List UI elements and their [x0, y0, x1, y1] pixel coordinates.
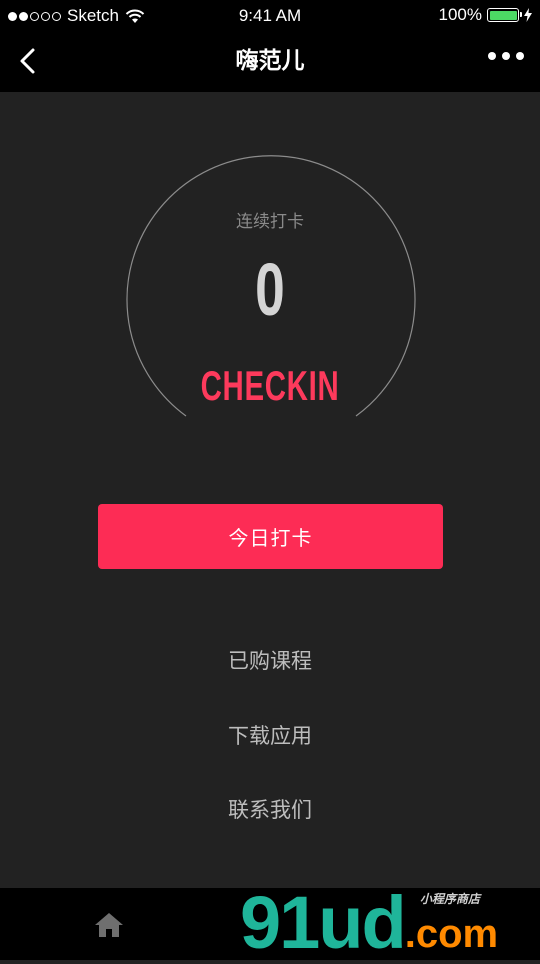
checkin-title: CHECKIN	[200, 362, 340, 409]
battery-icon	[487, 8, 522, 22]
tab-bar: 91ud . com 小程序商店	[0, 886, 540, 960]
checkin-today-button[interactable]: 今日打卡	[98, 504, 443, 569]
home-icon[interactable]	[94, 912, 124, 938]
battery-status: 100%	[439, 5, 532, 25]
menu-item-download-app[interactable]: 下载应用	[0, 720, 540, 750]
charging-icon	[524, 8, 532, 22]
streak-label: 连续打卡	[236, 212, 304, 232]
menu-item-contact-us[interactable]: 联系我们	[0, 794, 540, 824]
page-title: 嗨范儿	[235, 48, 305, 74]
battery-percent: 100%	[438, 5, 482, 24]
watermark-tagline: 小程序商店	[420, 892, 481, 906]
nav-bar: 嗨范儿	[0, 32, 540, 92]
menu-item-purchased-courses[interactable]: 已购课程	[0, 645, 540, 675]
status-bar: Sketch 9:41 AM 100%	[0, 0, 540, 32]
watermark-suffix: com	[415, 912, 499, 956]
watermark-dot: .	[404, 912, 416, 956]
watermark-main: 91ud	[240, 881, 407, 964]
more-horizontal-icon[interactable]	[488, 52, 524, 60]
watermark-logo: 91ud . com 小程序商店	[240, 880, 498, 960]
streak-count: 0	[255, 248, 285, 331]
